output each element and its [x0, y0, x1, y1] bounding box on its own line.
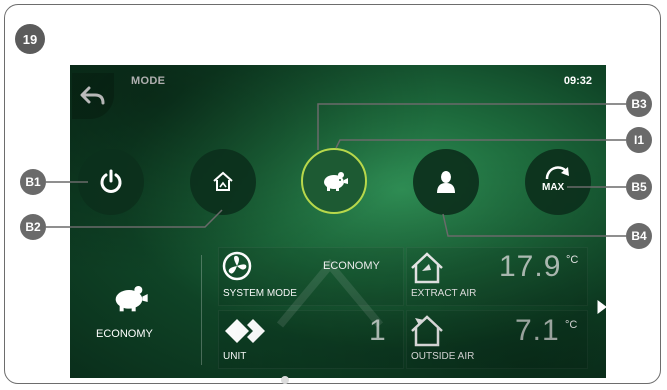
max-boost-icon [545, 166, 569, 180]
outside-air-value: 7.1 [515, 314, 560, 347]
extract-air-unit: °C [566, 254, 579, 266]
control-panel-screen: MODE 09:32 MAX ECONOMY SYSTEM MODE ECONO… [70, 65, 606, 378]
outside-air-unit: °C [565, 319, 578, 331]
system-mode-label: SYSTEM MODE [223, 288, 297, 299]
page-title: MODE [131, 75, 166, 87]
callout-b2: B2 [20, 214, 46, 240]
home-away-icon [213, 171, 233, 191]
max-boost-button[interactable]: MAX [525, 149, 591, 215]
back-button[interactable] [72, 73, 114, 119]
away-mode-button[interactable] [190, 149, 256, 215]
next-page-arrow-icon[interactable] [597, 300, 607, 314]
piggy-bank-icon [324, 172, 348, 191]
power-icon [100, 169, 122, 193]
occupied-mode-button[interactable] [413, 149, 479, 215]
status-panel: ECONOMY SYSTEM MODE ECONOMY EXTRACT AIR … [70, 245, 606, 378]
back-arrow-icon [80, 86, 105, 105]
system-mode-value: ECONOMY [323, 260, 380, 272]
extract-air-tile[interactable]: EXTRACT AIR 17.9 °C [406, 247, 588, 306]
top-bar: MODE 09:32 [70, 65, 606, 119]
page-indicator-dot [281, 376, 289, 384]
system-mode-tile[interactable]: SYSTEM MODE ECONOMY [218, 247, 404, 306]
unit-label: UNIT [223, 351, 247, 362]
callout-i1: I1 [626, 127, 652, 153]
power-mode-button[interactable] [78, 149, 144, 215]
callout-b3: B3 [626, 91, 652, 117]
clock: 09:32 [563, 75, 592, 87]
house-outside-icon [411, 315, 443, 347]
outside-air-label: OUTSIDE AIR [411, 351, 475, 362]
current-mode-label: ECONOMY [96, 328, 153, 340]
extract-air-value: 17.9 [499, 250, 562, 283]
house-extract-icon [411, 252, 443, 284]
economy-mode-button[interactable] [301, 148, 367, 214]
piggy-bank-icon [115, 286, 148, 312]
unit-value: 1 [369, 314, 387, 347]
callout-b4: B4 [626, 223, 652, 249]
current-mode-panel[interactable]: ECONOMY [70, 245, 198, 378]
outside-air-tile[interactable]: OUTSIDE AIR 7.1 °C [406, 310, 588, 369]
fan-icon [222, 251, 252, 281]
callout-b1: B1 [20, 169, 46, 195]
divider [201, 255, 202, 365]
person-icon [437, 171, 455, 193]
extract-air-label: EXTRACT AIR [411, 288, 477, 299]
max-label: MAX [542, 182, 565, 193]
callout-b5: B5 [626, 174, 652, 200]
unit-tile[interactable]: UNIT 1 [218, 310, 404, 369]
figure-number-badge: 19 [15, 24, 45, 54]
diamond-icon [225, 319, 265, 343]
